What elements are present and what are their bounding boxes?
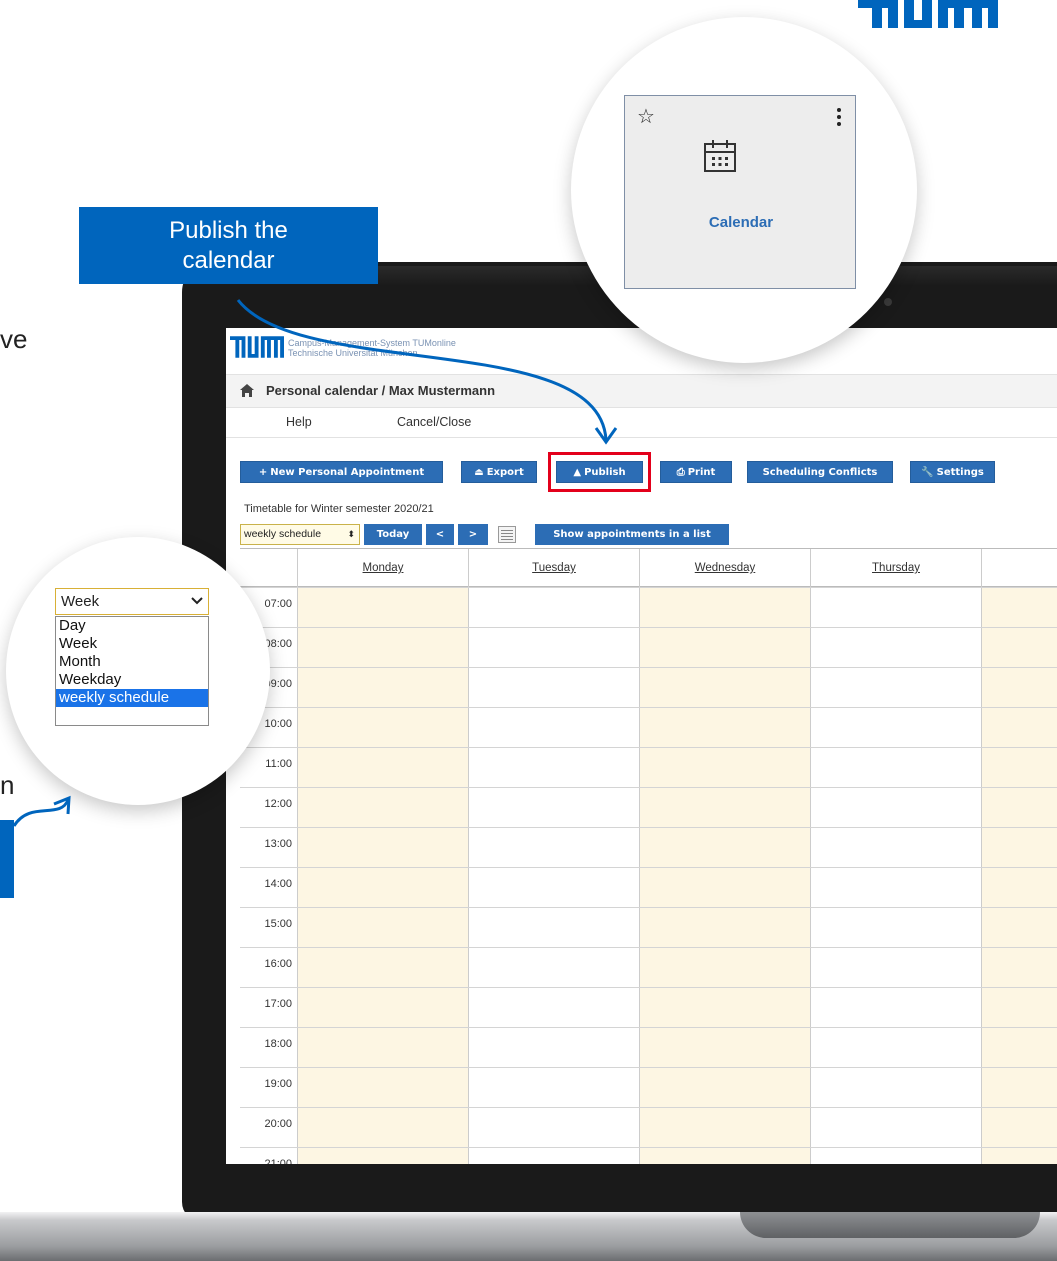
settings-button[interactable]: 🔧 Settings <box>910 461 995 483</box>
breadcrumb: Personal calendar / Max Mustermann <box>226 374 1057 408</box>
today-button[interactable]: Today <box>364 524 422 545</box>
hour-label: 14:00 <box>264 878 292 890</box>
page-title: Personal calendar / Max Mustermann <box>266 383 496 398</box>
hour-line <box>240 867 1057 868</box>
publish-highlight-box <box>548 452 651 492</box>
hour-label: 15:00 <box>264 918 292 930</box>
grid-header: Monday Tuesday Wednesday Thursday Fr <box>240 549 1057 587</box>
day-header-monday[interactable]: Monday <box>297 549 468 587</box>
callout-text: Publish the <box>169 217 288 244</box>
day-column-wednesday[interactable] <box>639 587 810 1164</box>
calendar-picker-icon[interactable] <box>498 526 516 543</box>
show-list-button[interactable]: Show appointments in a list <box>535 524 729 545</box>
hour-line <box>240 1067 1057 1068</box>
print-button[interactable]: ⎙ Print <box>660 461 732 483</box>
scheduling-conflicts-button[interactable]: Scheduling Conflicts <box>747 461 893 483</box>
hour-line <box>240 947 1057 948</box>
day-header-tuesday[interactable]: Tuesday <box>468 549 639 587</box>
hour-line <box>240 627 1057 628</box>
tum-logo-small[interactable] <box>230 336 284 363</box>
day-column-monday[interactable] <box>297 587 468 1164</box>
export-button[interactable]: ⏏ Export <box>461 461 537 483</box>
calendar-tile[interactable]: ☆ Calendar <box>624 95 856 289</box>
button-label: Scheduling Conflicts <box>762 467 878 478</box>
day-column-tuesday[interactable] <box>468 587 639 1164</box>
laptop-screen: Campus-Management-System TUMonline Techn… <box>226 328 1057 1164</box>
day-header-friday[interactable]: Fr <box>981 549 1057 587</box>
menu-item-help[interactable]: Help <box>286 415 312 429</box>
hour-line <box>240 827 1057 828</box>
hour-line <box>240 747 1057 748</box>
next-button[interactable]: > <box>458 524 488 545</box>
hour-line <box>240 1147 1057 1148</box>
hour-line <box>240 1027 1057 1028</box>
camera-icon <box>884 298 892 306</box>
hour-line <box>240 587 1057 588</box>
dropdown-option-month[interactable]: Month <box>56 653 208 671</box>
button-label: Export <box>486 467 524 478</box>
tum-logo <box>858 0 998 28</box>
new-appointment-button[interactable]: + New Personal Appointment <box>240 461 443 483</box>
menu-item-cancel-close[interactable]: Cancel/Close <box>397 415 471 429</box>
slide-blue-box <box>0 820 14 898</box>
printer-icon: ⎙ <box>676 467 685 478</box>
system-name-line: Technische Universität München <box>288 348 418 358</box>
slide-text-fragment: ve <box>0 324 28 354</box>
day-header-thursday[interactable]: Thursday <box>810 549 981 587</box>
prev-button[interactable]: < <box>426 524 454 545</box>
menu-bar: Help Cancel/Close <box>226 408 1057 438</box>
view-dropdown-value: Week <box>61 593 100 610</box>
day-header-wednesday[interactable]: Wednesday <box>639 549 810 587</box>
hour-label: 19:00 <box>264 1078 292 1090</box>
dropdown-option-week[interactable]: Week <box>56 635 208 653</box>
day-column-thursday[interactable] <box>810 587 981 1164</box>
hour-label: 11:00 <box>265 758 292 770</box>
view-dropdown-list: Day Week Month Weekday weekly schedule <box>55 616 209 726</box>
week-grid: Monday Tuesday Wednesday Thursday Fr 07:… <box>240 548 1057 1164</box>
hour-line <box>240 987 1057 988</box>
calendar-icon <box>703 139 737 178</box>
hour-line <box>240 1107 1057 1108</box>
button-label: Print <box>687 467 716 478</box>
arrowhead-icon <box>53 795 71 815</box>
tile-label: Calendar <box>708 214 774 231</box>
export-icon: ⏏ <box>474 467 484 478</box>
select-arrows-icon: ⬍ <box>347 529 355 539</box>
hour-label: 16:00 <box>264 958 292 970</box>
dropdown-option-weekday[interactable]: Weekday <box>56 671 208 689</box>
hour-line <box>240 787 1057 788</box>
chevron-down-icon <box>191 589 203 614</box>
wrench-icon: 🔧 <box>921 467 934 478</box>
dropdown-option-day[interactable]: Day <box>56 617 208 635</box>
app-header: Campus-Management-System TUMonline Techn… <box>226 328 1057 374</box>
timetable-label: Timetable for Winter semester 2020/21 <box>244 503 434 515</box>
publish-callout: Publish the calendar <box>79 207 378 284</box>
more-vertical-icon[interactable] <box>837 108 841 129</box>
home-icon[interactable] <box>240 384 254 400</box>
day-column-friday[interactable] <box>981 587 1057 1164</box>
hour-label: 21:00 <box>264 1158 292 1164</box>
system-name-line: Campus-Management-System TUMonline <box>288 338 456 348</box>
hour-label: 12:00 <box>264 798 292 810</box>
view-select-value: weekly schedule <box>244 528 322 540</box>
hour-label: 18:00 <box>264 1038 292 1050</box>
hour-label: 13:00 <box>264 838 292 850</box>
view-select[interactable]: weekly schedule ⬍ <box>240 524 360 545</box>
plus-icon: + <box>258 467 268 478</box>
hour-line <box>240 907 1057 908</box>
slide-text-fragment: n <box>0 770 15 800</box>
dropdown-option-weekly-schedule[interactable]: weekly schedule <box>56 689 208 707</box>
callout-text: calendar <box>182 247 275 274</box>
hour-label: 17:00 <box>264 998 292 1010</box>
view-dropdown[interactable]: Week <box>55 588 209 615</box>
hour-line <box>240 707 1057 708</box>
hour-label: 20:00 <box>264 1118 292 1130</box>
laptop-notch <box>740 1212 1040 1238</box>
system-name: Campus-Management-System TUMonline Techn… <box>288 338 456 358</box>
dropdown-arrow <box>12 799 70 827</box>
hour-line <box>240 667 1057 668</box>
button-label: New Personal Appointment <box>270 467 425 478</box>
button-label: Settings <box>936 467 984 478</box>
star-icon[interactable]: ☆ <box>637 104 655 129</box>
